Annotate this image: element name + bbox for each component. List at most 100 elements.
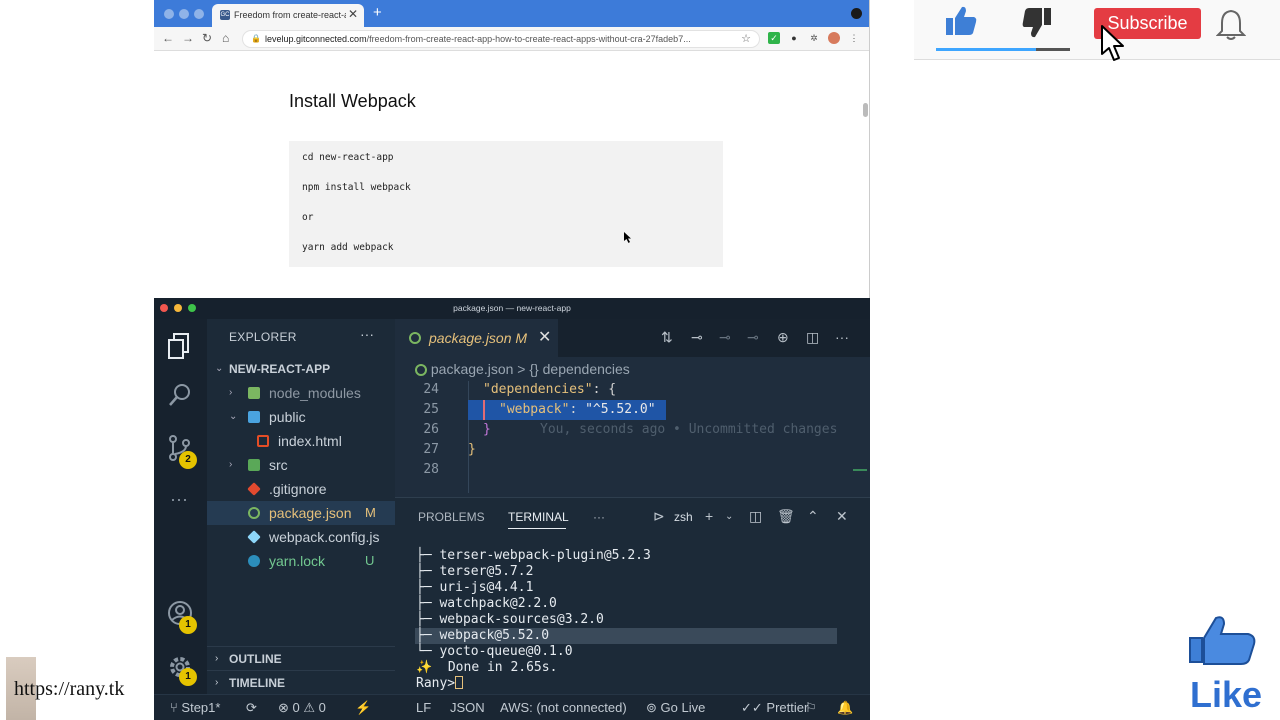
code-line-26: } (483, 422, 491, 437)
tab-title: Freedom from create-react-ap (234, 10, 346, 20)
vscode-window: package.json — new-react-app 2 ··· 1 1 E… (154, 298, 870, 720)
tree-item-src[interactable]: › src (207, 453, 395, 477)
tree-item-public[interactable]: ⌄ public (207, 405, 395, 429)
scm-badge: 2 (179, 451, 197, 469)
close-tab-icon[interactable]: ✕ (348, 7, 358, 21)
next-change-icon[interactable]: ⊸ (747, 329, 759, 346)
tree-item-label: src (269, 457, 288, 473)
explorer-sidebar: EXPLORER ··· ⌄ NEW-REACT-APP › node_modu… (207, 319, 395, 694)
breadcrumb-separator: > (517, 361, 526, 377)
back-icon[interactable]: ← (162, 31, 174, 45)
thumbs-down-icon[interactable] (1022, 6, 1054, 40)
window-close-dot[interactable] (164, 9, 174, 19)
terminal-line: ✨ Done in 2.65s. (416, 660, 558, 675)
lock-icon: 🔒 (251, 34, 261, 43)
prettier-status[interactable]: ✓✓ Prettier (741, 700, 808, 716)
panel-more-icon[interactable]: ··· (593, 510, 605, 524)
site-favicon-icon: GC (220, 10, 230, 20)
reload-icon[interactable]: ↻ (202, 31, 212, 45)
open-changes-icon[interactable]: ⇅ (661, 329, 673, 346)
language-status[interactable]: JSON (450, 700, 485, 715)
forward-icon[interactable]: → (182, 31, 194, 45)
breadcrumb-symbol[interactable]: {} dependencies (529, 361, 629, 377)
git-commit-icon[interactable]: ⊸ (691, 329, 703, 346)
browser-tab[interactable]: GC Freedom from create-react-ap ✕ (212, 4, 364, 27)
project-folder[interactable]: ⌄ NEW-REACT-APP (207, 357, 395, 381)
window-zoom-dot[interactable] (188, 304, 196, 312)
tree-item-index-html[interactable]: index.html (207, 429, 395, 453)
bookmark-star-icon[interactable]: ☆ (741, 32, 751, 45)
tab-terminal[interactable]: TERMINAL (508, 510, 569, 524)
article-heading: Install Webpack (289, 91, 416, 111)
eol-status[interactable]: LF (416, 700, 431, 715)
home-icon[interactable]: ⌂ (222, 31, 229, 45)
lightning-icon[interactable]: ⚡ (355, 700, 371, 716)
nodejs-file-icon (409, 332, 421, 344)
timeline-section[interactable]: › TIMELINE (207, 670, 395, 694)
problems-status[interactable]: ⊗ 0 ⚠ 0 (278, 700, 326, 716)
terminal-line: ├─ terser-webpack-plugin@5.2.3 (416, 548, 651, 563)
shell-name[interactable]: zsh (674, 510, 693, 524)
feedback-icon[interactable]: ⚐ (805, 700, 817, 716)
tab-problems[interactable]: PROBLEMS (418, 510, 485, 524)
sync-icon[interactable]: ⟳ (246, 700, 257, 716)
status-bar: ⑂ Step1* ⟳ ⊗ 0 ⚠ 0 ⚡ LF JSON AWS: (not c… (154, 694, 870, 720)
chevron-down-icon[interactable]: ⌄ (725, 511, 733, 522)
aws-status[interactable]: AWS: (not connected) (500, 700, 627, 715)
tree-item-label: .gitignore (269, 481, 327, 497)
extension-check-icon[interactable]: ✓ (768, 32, 780, 44)
trash-icon[interactable]: 🗑 (777, 508, 795, 525)
close-panel-icon[interactable]: ✕ (836, 508, 848, 525)
split-terminal-icon[interactable]: ◫ (749, 508, 762, 525)
tree-item-gitignore[interactable]: .gitignore (207, 477, 395, 501)
puzzle-extensions-icon[interactable]: ✲ (808, 32, 820, 44)
branch-status[interactable]: ⑂ Step1* (170, 700, 220, 715)
split-editor-icon[interactable]: ◫ (806, 329, 819, 346)
code-line: or (302, 212, 314, 223)
browser-menu-icon[interactable]: ⋮ (848, 32, 860, 44)
explorer-icon[interactable] (166, 331, 194, 361)
address-bar[interactable]: 🔒 levelup.gitconnected.com/freedom-from-… (242, 30, 760, 48)
tree-item-label: public (269, 409, 306, 425)
window-minimize-dot[interactable] (179, 9, 189, 19)
code-line: cd new-react-app (302, 152, 394, 163)
timeline-toggle-icon[interactable]: ⊕ (777, 329, 789, 346)
previous-change-icon[interactable]: ⊸ (719, 329, 731, 346)
tree-item-package-json[interactable]: package.json M (207, 501, 395, 525)
terminal-prompt[interactable]: Rany> (416, 676, 464, 691)
editor-more-icon[interactable]: ··· (835, 329, 849, 345)
window-minimize-dot[interactable] (174, 304, 182, 312)
code-line-25: "webpack": "^5.52.0" (499, 402, 656, 417)
go-live-status[interactable]: ⊚ Go Live (646, 700, 705, 716)
youtube-action-bar: Subscribe (914, 0, 1280, 61)
tree-item-webpack-config[interactable]: webpack.config.js (207, 525, 395, 549)
tree-item-yarn-lock[interactable]: yarn.lock U (207, 549, 395, 573)
outline-label: OUTLINE (229, 652, 282, 666)
search-icon[interactable] (166, 381, 194, 411)
thumbs-up-icon[interactable] (944, 4, 978, 38)
tree-item-node-modules[interactable]: › node_modules (207, 381, 395, 405)
like-text: Like (1190, 674, 1263, 715)
profile-avatar[interactable] (828, 32, 840, 44)
chevron-right-icon: › (215, 653, 219, 664)
breadcrumb-file[interactable]: package.json (431, 361, 514, 377)
explorer-more-icon[interactable]: ··· (360, 326, 374, 342)
window-zoom-dot[interactable] (194, 9, 204, 19)
github-extension-icon[interactable]: ● (788, 32, 800, 44)
editor-tab-package-json[interactable]: package.json M ✕ (395, 319, 558, 357)
active-tab-underline (508, 528, 566, 529)
more-views-icon[interactable]: ··· (170, 489, 188, 510)
tab-search-icon[interactable] (851, 8, 862, 19)
tab-modified-mark: M (515, 330, 528, 346)
notification-bell-icon[interactable] (1216, 8, 1246, 42)
notifications-bell-icon[interactable]: 🔔 (837, 700, 853, 716)
folder-icon (248, 387, 260, 399)
window-close-dot[interactable] (160, 304, 168, 312)
new-terminal-icon[interactable]: + (705, 508, 713, 524)
outline-section[interactable]: › OUTLINE (207, 646, 395, 670)
page-scrollbar[interactable] (863, 103, 868, 117)
close-tab-icon[interactable]: ✕ (538, 327, 551, 347)
maximize-panel-icon[interactable]: ⌃ (807, 508, 819, 525)
new-tab-button[interactable]: + (373, 4, 382, 21)
git-untracked-badge: U (365, 553, 375, 568)
